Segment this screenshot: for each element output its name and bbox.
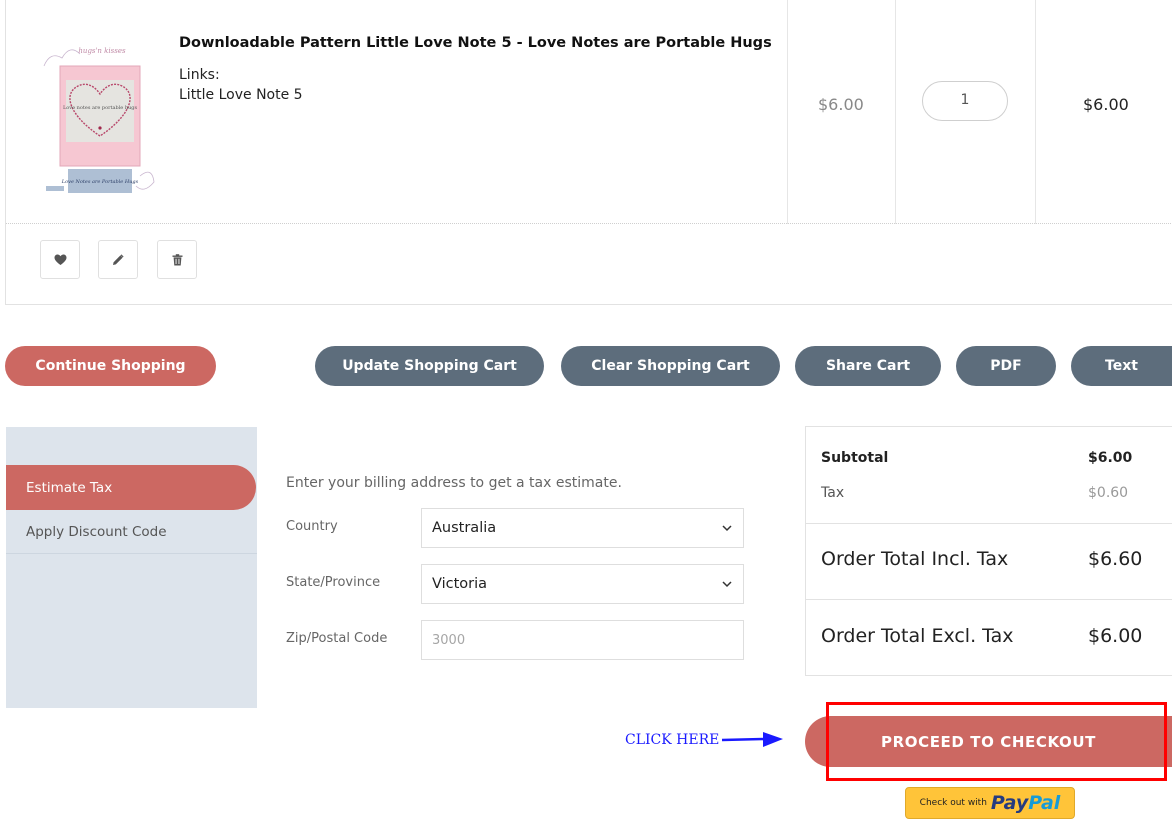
unit-price: $6.00 xyxy=(818,95,864,114)
column-divider xyxy=(787,0,788,224)
edit-item-button[interactable] xyxy=(98,240,138,279)
order-total-excl-label: Order Total Excl. Tax xyxy=(821,625,1014,647)
arrow-right-icon xyxy=(721,732,783,747)
clear-cart-button[interactable]: Clear Shopping Cart xyxy=(561,346,780,386)
state-label: State/Province xyxy=(286,575,381,590)
zip-label: Zip/Postal Code xyxy=(286,631,388,646)
paypal-logo-pay: Pay xyxy=(990,792,1029,814)
tab-estimate-tax[interactable]: Estimate Tax xyxy=(6,465,256,510)
click-here-annotation: CLICK HERE xyxy=(625,732,720,748)
country-selected-value: Australia xyxy=(432,520,497,536)
state-select[interactable]: Victoria xyxy=(421,564,744,604)
share-cart-button[interactable]: Share Cart xyxy=(795,346,941,386)
trash-icon xyxy=(172,253,182,265)
zip-input[interactable]: 3000 xyxy=(421,620,744,660)
order-total-incl-value: $6.60 xyxy=(1088,548,1143,570)
product-thumbnail[interactable]: hugs'n kisses Love notes are portable hu… xyxy=(40,36,158,196)
column-divider xyxy=(895,0,896,224)
order-total-incl-row: Order Total Incl. Tax $6.60 xyxy=(806,524,1172,600)
column-divider xyxy=(1035,0,1036,224)
country-select[interactable]: Australia xyxy=(421,508,744,548)
pencil-icon xyxy=(113,253,124,265)
cart-item-row: hugs'n kisses Love notes are portable hu… xyxy=(6,0,1172,224)
move-to-wishlist-button[interactable] xyxy=(40,240,80,279)
thumbnail-caption: Love Notes are Portable Hugs xyxy=(61,179,139,185)
thumbnail-heart-text: Love notes are portable hugs xyxy=(63,105,138,111)
update-cart-button[interactable]: Update Shopping Cart xyxy=(315,346,544,386)
tab-apply-discount-code[interactable]: Apply Discount Code xyxy=(6,510,257,554)
totals-summary: Subtotal $6.00 Tax $0.60 xyxy=(806,427,1172,524)
subtotal-value: $6.00 xyxy=(1088,450,1133,466)
paypal-check-out-text: Check out with xyxy=(919,798,987,808)
thumbnail-brand: hugs'n kisses xyxy=(78,47,126,55)
tax-estimate-intro: Enter your billing address to get a tax … xyxy=(286,475,622,491)
country-label: Country xyxy=(286,519,338,534)
subtotal-label: Subtotal xyxy=(821,450,889,466)
remove-item-button[interactable] xyxy=(157,240,197,279)
order-total-incl-label: Order Total Incl. Tax xyxy=(821,548,1009,570)
text-button[interactable]: Text xyxy=(1071,346,1172,386)
order-total-excl-value: $6.00 xyxy=(1088,625,1143,647)
paypal-checkout-button[interactable]: Check out with PayPal xyxy=(905,787,1075,819)
row-subtotal: $6.00 xyxy=(1083,95,1129,114)
tax-discount-tabs: Estimate Tax Apply Discount Code xyxy=(6,427,257,708)
paypal-logo: PayPal xyxy=(991,792,1060,814)
tax-value: $0.60 xyxy=(1088,485,1129,501)
quantity-input[interactable]: 1 xyxy=(922,81,1008,121)
zip-placeholder: 3000 xyxy=(432,632,466,648)
order-totals: Subtotal $6.00 Tax $0.60 Order Total Inc… xyxy=(805,426,1172,676)
chevron-down-icon xyxy=(722,525,732,532)
chevron-down-icon xyxy=(722,581,732,588)
cart-item: hugs'n kisses Love notes are portable hu… xyxy=(5,0,1172,305)
product-name[interactable]: Downloadable Pattern Little Love Note 5 … xyxy=(179,35,772,51)
heart-icon xyxy=(54,254,66,265)
paypal-logo-pal: Pal xyxy=(1028,792,1061,814)
pdf-button[interactable]: PDF xyxy=(956,346,1056,386)
highlight-frame xyxy=(826,702,1167,781)
link-title: Little Love Note 5 xyxy=(179,87,303,103)
continue-shopping-button[interactable]: Continue Shopping xyxy=(5,346,216,386)
tax-label: Tax xyxy=(821,485,845,501)
state-selected-value: Victoria xyxy=(432,576,488,592)
links-label: Links: xyxy=(179,67,220,83)
